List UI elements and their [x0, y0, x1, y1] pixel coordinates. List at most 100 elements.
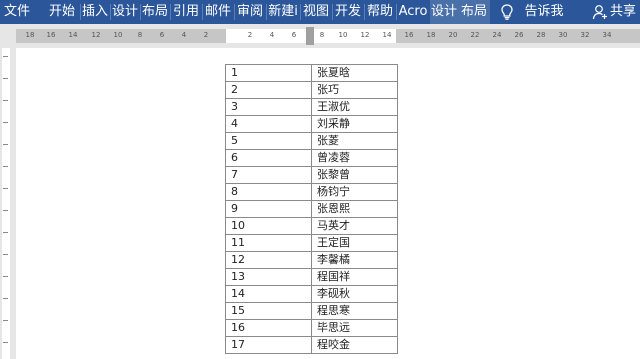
tab-acrobat[interactable]: Acro [397, 0, 429, 24]
tab-developer[interactable]: 开发 [333, 0, 363, 24]
ruler-label: 14 [68, 31, 78, 39]
table-row[interactable]: 9 张恩熙 [225, 200, 398, 218]
table-row[interactable]: 2 张巧 [225, 81, 398, 99]
tab-layout[interactable]: 布局 [141, 0, 169, 24]
name-cell[interactable]: 张黎曾 [311, 166, 398, 184]
table-row[interactable]: 14 李砚秋 [225, 285, 398, 303]
ruler-tick [3, 144, 8, 145]
ruler-tick [3, 56, 8, 57]
table-row[interactable]: 15 程思寒 [225, 302, 398, 320]
row-number-cell[interactable]: 6 [225, 149, 312, 167]
ruler-tick [3, 342, 8, 343]
tab-help[interactable]: 帮助 [365, 0, 395, 24]
name-cell[interactable]: 程思寒 [311, 302, 398, 320]
document-page[interactable]: 1 张夏晗 2 张巧 3 王淑优 4 刘采静 5 张菱 6 曾凌蓉 7 张黎曾 8 杨钧宁 9张… [16, 48, 640, 359]
table-row[interactable]: 6 曾凌蓉 [225, 149, 398, 167]
name-cell[interactable]: 杨钧宁 [311, 183, 398, 201]
name-cell[interactable]: 王定国 [311, 234, 398, 252]
name-cell[interactable]: 李馨橘 [311, 251, 398, 269]
row-number-cell[interactable]: 4 [225, 115, 312, 133]
ruler-tick [3, 122, 8, 123]
row-number-cell[interactable]: 5 [225, 132, 312, 150]
table-row[interactable]: 10 马英才 [225, 217, 398, 235]
person-icon[interactable] [592, 4, 608, 20]
row-number-cell[interactable]: 8 [225, 183, 312, 201]
ruler-label: 34 [602, 31, 612, 39]
horizontal-ruler[interactable]: 18 16 14 12 10 8 6 4 2 2 4 6 8 10 12 14 … [0, 24, 640, 49]
name-cell[interactable]: 程国祥 [311, 268, 398, 286]
table-row[interactable]: 5 张菱 [225, 132, 398, 150]
row-number-cell[interactable]: 14 [225, 285, 312, 303]
name-cell[interactable]: 马英才 [311, 217, 398, 235]
row-number-cell[interactable]: 3 [225, 98, 312, 116]
row-number-cell[interactable]: 1 [225, 64, 312, 82]
ruler-label: 18 [426, 31, 436, 39]
ruler-label: 8 [319, 31, 325, 39]
ruler-label: 14 [382, 31, 392, 39]
row-number-cell[interactable]: 11 [225, 234, 312, 252]
table-row[interactable]: 11 王定国 [225, 234, 398, 252]
table-row[interactable]: 8 杨钧宁 [225, 183, 398, 201]
row-number-cell[interactable]: 16 [225, 319, 312, 337]
name-cell[interactable]: 李砚秋 [311, 285, 398, 303]
tab-design[interactable]: 设计 [111, 0, 139, 24]
table-row[interactable]: 3 王淑优 [225, 98, 398, 116]
share-button[interactable]: 共享 [610, 0, 640, 24]
name-cell[interactable]: 王淑优 [311, 98, 398, 116]
row-number-cell[interactable]: 12 [225, 251, 312, 269]
tab-review[interactable]: 审阅 [235, 0, 265, 24]
row-number-cell[interactable]: 9 [225, 200, 312, 218]
name-cell[interactable]: 毕思远 [311, 319, 398, 337]
tab-table-layout[interactable]: 布局 [458, 0, 490, 24]
ruler-tick [3, 100, 8, 101]
row-number-cell[interactable]: 7 [225, 166, 312, 184]
row-number-cell[interactable]: 13 [225, 268, 312, 286]
row-number-cell[interactable]: 2 [225, 81, 312, 99]
ruler-label: 6 [291, 31, 297, 39]
ruler-tick [3, 276, 8, 277]
ruler-label: 12 [360, 31, 370, 39]
document-area: 1 张夏晗 2 张巧 3 王淑优 4 刘采静 5 张菱 6 曾凌蓉 7 张黎曾 8 杨钧宁 9张… [12, 48, 640, 359]
table-row[interactable]: 4 刘采静 [225, 115, 398, 133]
ruler-tick [3, 210, 8, 211]
table-row[interactable]: 1 张夏晗 [225, 64, 398, 82]
ruler-label: 6 [159, 31, 165, 39]
table-row[interactable]: 12 李馨橘 [225, 251, 398, 269]
name-cell[interactable]: 张恩熙 [311, 200, 398, 218]
tab-table-design[interactable]: 设计 [430, 0, 458, 24]
name-cell[interactable]: 张巧 [311, 81, 398, 99]
name-cell[interactable]: 张菱 [311, 132, 398, 150]
table-row[interactable]: 7 张黎曾 [225, 166, 398, 184]
name-cell[interactable]: 曾凌蓉 [311, 149, 398, 167]
row-number-cell[interactable]: 15 [225, 302, 312, 320]
tab-mailings[interactable]: 邮件 [203, 0, 233, 24]
name-table[interactable]: 1 张夏晗 2 张巧 3 王淑优 4 刘采静 5 张菱 6 曾凌蓉 7 张黎曾 8 杨钧宁 9张… [225, 64, 398, 354]
table-row[interactable]: 16 毕思远 [225, 319, 398, 337]
row-number-cell[interactable]: 10 [225, 217, 312, 235]
vertical-ruler[interactable] [0, 48, 12, 359]
table-column-marker[interactable] [306, 27, 314, 45]
tab-new-group[interactable]: 新建i [267, 0, 299, 24]
ruler-label: 8 [137, 31, 143, 39]
tab-file[interactable]: 文件 [0, 0, 34, 24]
ruler-tick [3, 232, 8, 233]
table-row[interactable]: 13 程国祥 [225, 268, 398, 286]
ruler-label: 4 [181, 31, 187, 39]
name-cell[interactable]: 程咬金 [311, 336, 398, 354]
name-cell[interactable]: 刘采静 [311, 115, 398, 133]
table-row[interactable]: 17 程咬金 [225, 336, 398, 354]
ruler-label: 10 [338, 31, 348, 39]
ruler-tick [3, 78, 8, 79]
name-cell[interactable]: 张夏晗 [311, 64, 398, 82]
tab-references[interactable]: 引用 [171, 0, 201, 24]
ruler-label: 32 [580, 31, 590, 39]
row-number-cell[interactable]: 17 [225, 336, 312, 354]
ruler-label: 12 [91, 31, 101, 39]
ribbon-tab-bar: 文件 开始 插入 设计 布局 引用 邮件 审阅 新建i 视图 开发 帮助 Acr… [0, 0, 640, 24]
tell-me-search[interactable]: 告诉我 [522, 0, 566, 24]
tab-view[interactable]: 视图 [301, 0, 331, 24]
ruler-label: 16 [404, 31, 414, 39]
tab-insert[interactable]: 插入 [81, 0, 109, 24]
lightbulb-icon[interactable] [498, 3, 516, 21]
tab-home[interactable]: 开始 [46, 0, 78, 24]
